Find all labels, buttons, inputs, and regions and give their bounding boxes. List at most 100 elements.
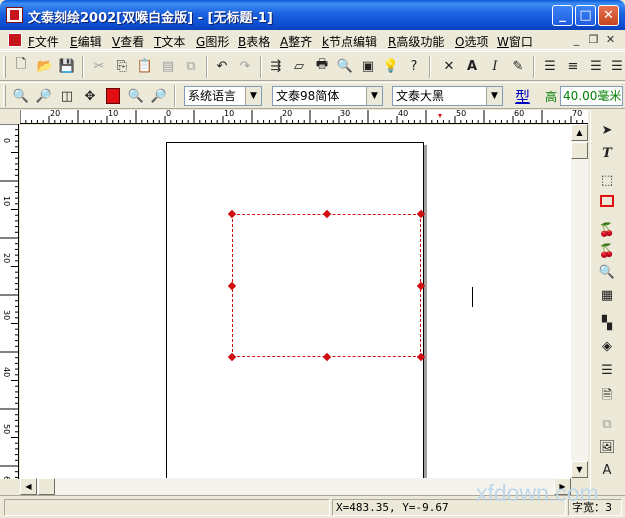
align-center-icon[interactable]: ≡ [562, 55, 584, 77]
maximize-button[interactable]: □ [575, 5, 596, 26]
frame-icon[interactable]: ▣ [357, 55, 379, 77]
clone-icon[interactable]: ⧉ [180, 55, 202, 77]
text-tool-icon[interactable]: A [461, 55, 483, 77]
font-cn-value: 文泰大黑 [396, 89, 445, 103]
text-tool-icon[interactable]: T [596, 143, 618, 163]
menu-options[interactable]: O选项 [455, 33, 488, 50]
pan-icon[interactable]: ✥ [79, 85, 101, 107]
zoom-page-icon[interactable]: ◫ [56, 85, 78, 107]
horizontal-ruler[interactable]: 20 10 0 10 20 30 40 50 60 70 [20, 110, 588, 124]
menu-view-label: 查看 [120, 35, 145, 49]
document-icon[interactable] [8, 33, 22, 47]
paragraph-icon[interactable]: ☰ [596, 360, 618, 380]
vertical-scrollbar[interactable]: ▲ ▼ [571, 124, 588, 478]
chevron-down-icon[interactable]: ▼ [245, 87, 261, 105]
menu-advanced-label: 高级功能 [396, 35, 445, 49]
scroll-up-button[interactable]: ▲ [571, 124, 588, 141]
mdi-close-button[interactable]: ✕ [603, 33, 618, 47]
redo-icon[interactable]: ↷ [234, 55, 256, 77]
toolbar-separator [206, 56, 208, 78]
print-preview-icon[interactable]: 🔍 [334, 55, 356, 77]
help-icon[interactable]: ? [403, 55, 425, 77]
output-icon[interactable]: ⇶ [265, 55, 287, 77]
hint-icon[interactable]: 💡 [380, 55, 402, 77]
ruler-corner[interactable] [0, 110, 20, 124]
menu-node-edit[interactable]: k节点编辑 [322, 33, 377, 50]
fill-color-icon[interactable] [102, 85, 124, 107]
cherry-icon[interactable]: 🍒 [596, 220, 618, 240]
print-icon[interactable]: 🖶 [311, 55, 333, 77]
vertical-scroll-thumb[interactable] [571, 142, 588, 159]
magnify-shape-icon[interactable]: 🔍 [596, 262, 618, 282]
cut-plot-icon[interactable]: ▱ [288, 55, 310, 77]
page-icon[interactable]: 🗎 [596, 387, 618, 407]
drawing-canvas[interactable] [20, 125, 571, 478]
height-input[interactable]: 40.00毫米 [560, 86, 623, 106]
menu-view-key: V [112, 35, 121, 49]
paste-special-icon[interactable]: ▤ [157, 55, 179, 77]
app-icon[interactable] [6, 7, 23, 23]
menu-table[interactable]: B表格 [238, 33, 270, 50]
selection-box[interactable] [227, 209, 426, 362]
image-icon[interactable]: 🖼 [596, 437, 618, 457]
layers-icon[interactable]: ⧉ [596, 414, 618, 434]
menu-window[interactable]: W窗口 [497, 33, 533, 50]
menu-edit[interactable]: E编辑 [70, 33, 102, 50]
color-palette-icon[interactable]: ▚ [596, 313, 618, 333]
table-icon[interactable]: ▦ [596, 285, 618, 305]
toolbar-grip[interactable] [3, 56, 6, 78]
menu-file[interactable]: F文件 [28, 33, 59, 50]
zoom-out-icon[interactable]: 🔎 [33, 85, 55, 107]
crop-icon[interactable]: ⬚ [596, 170, 618, 190]
language-value: 系统语言 [188, 89, 237, 103]
menu-text[interactable]: T文本 [154, 33, 185, 50]
scroll-down-button[interactable]: ▼ [571, 461, 588, 478]
ruler-label: 0 [166, 110, 172, 118]
zoom-all-icon[interactable]: 🔎 [148, 85, 170, 107]
paste-icon[interactable]: 📋 [134, 55, 156, 77]
type-button[interactable]: 型 [515, 86, 530, 107]
ruler-label: 60 [514, 110, 525, 118]
language-select[interactable]: 系统语言 ▼ [184, 86, 262, 106]
new-file-icon[interactable]: 🗋 [10, 55, 32, 77]
chevron-down-icon[interactable]: ▼ [366, 87, 382, 105]
ruler-label: 10 [2, 196, 11, 207]
align-left-icon[interactable]: ☰ [539, 55, 561, 77]
align-right-icon[interactable]: ☰ [585, 55, 607, 77]
mdi-restore-button[interactable]: ❐ [586, 33, 601, 47]
paint-bucket-icon[interactable]: ◈ [596, 336, 618, 356]
font-en-value: 文泰98简体 [276, 89, 340, 103]
close-button[interactable]: ✕ [598, 5, 619, 26]
vertical-ruler[interactable]: 0 10 20 30 40 50 60 [0, 124, 19, 479]
scroll-left-button[interactable]: ◀ [20, 478, 37, 495]
open-folder-icon[interactable]: 📂 [34, 55, 56, 77]
save-icon[interactable]: 💾 [56, 55, 78, 77]
menu-align[interactable]: A整齐 [280, 33, 312, 50]
menu-view[interactable]: V查看 [112, 33, 144, 50]
zoom-in-icon[interactable]: 🔍 [10, 85, 32, 107]
menu-advanced[interactable]: R高级功能 [388, 33, 444, 50]
menu-window-label: 窗口 [508, 35, 533, 49]
horizontal-scroll-thumb[interactable] [38, 478, 55, 495]
title-bar: 文泰刻绘2002[双喉白金版] - [无标题-1] _ □ ✕ [0, 0, 625, 30]
font-cn-select[interactable]: 文泰大黑 ▼ [392, 86, 503, 106]
toolbar-grip[interactable] [3, 85, 6, 107]
zoom-selection-icon[interactable]: 🔍 [125, 85, 147, 107]
edit-text-icon[interactable]: ✎ [507, 55, 529, 77]
select-arrow-icon[interactable]: ➤ [596, 120, 618, 140]
mdi-minimize-button[interactable]: _ [569, 33, 584, 47]
menu-graphics[interactable]: G图形 [196, 33, 229, 50]
cut-icon[interactable]: ✂ [88, 55, 110, 77]
ruler-label: 0 [2, 138, 11, 144]
minimize-button[interactable]: _ [552, 5, 573, 26]
italic-icon[interactable]: I [484, 55, 506, 77]
text-effect-icon[interactable]: A [596, 460, 618, 480]
copy-icon[interactable]: ⎘ [111, 55, 133, 77]
undo-icon[interactable]: ↶ [211, 55, 233, 77]
justify-icon[interactable]: ☰ [606, 55, 625, 77]
chevron-down-icon[interactable]: ▼ [486, 87, 502, 105]
font-en-select[interactable]: 文泰98简体 ▼ [272, 86, 383, 106]
node-tool-icon[interactable]: ✕ [438, 55, 460, 77]
rectangle-icon[interactable] [596, 191, 618, 211]
cherry-icon[interactable]: 🍒 [596, 241, 618, 261]
